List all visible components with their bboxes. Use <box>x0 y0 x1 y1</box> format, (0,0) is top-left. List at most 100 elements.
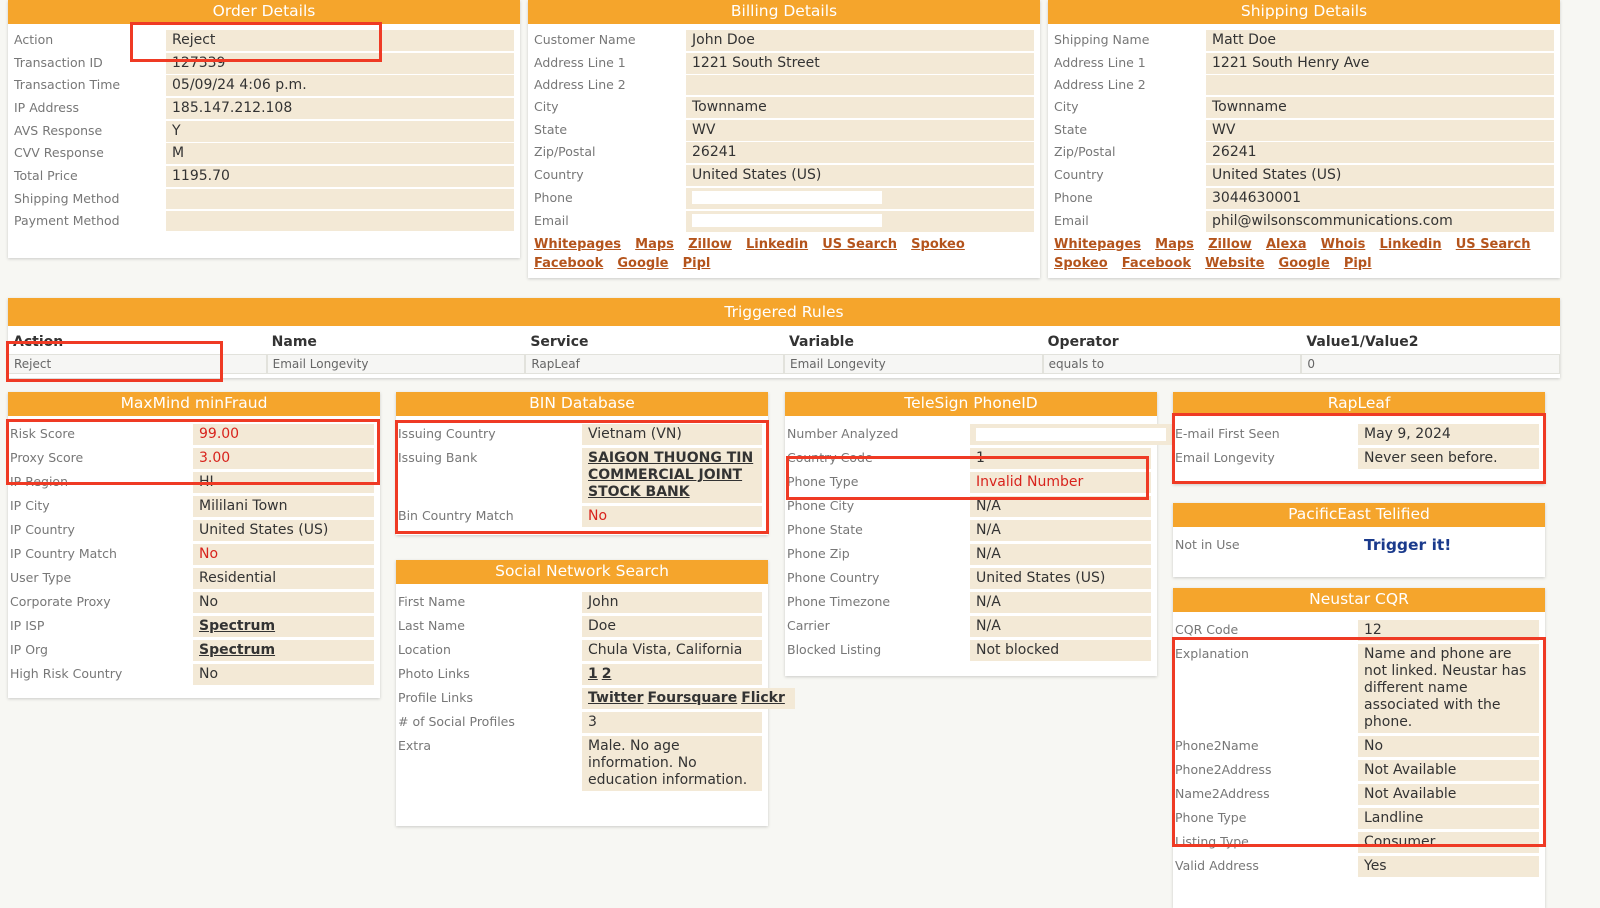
field-label: Shipping Method <box>14 190 120 206</box>
value-link[interactable]: Foursquare <box>648 690 738 706</box>
telesign-row-phone-city: Phone City N/A <box>787 496 1151 517</box>
value-link[interactable]: Flickr <box>741 690 785 706</box>
telesign-row-carrier: Carrier N/A <box>787 616 1151 637</box>
telesign-row-blocked-listing: Blocked Listing Not blocked <box>787 640 1151 661</box>
link-pipl[interactable]: Pipl <box>1344 256 1372 271</box>
field-value: 1 <box>970 448 1151 469</box>
billing-lookup-links: Whitepages Maps Zillow Linkedin US Searc… <box>528 233 1040 273</box>
link-alexa[interactable]: Alexa <box>1266 237 1307 252</box>
field-value: phil@wilsonscommunications.com <box>1206 210 1554 232</box>
link-google[interactable]: Google <box>1279 256 1330 271</box>
field-value: Chula Vista, California <box>582 640 762 661</box>
value-link[interactable]: 1 <box>588 666 598 682</box>
neustar-panel: Neustar CQR CQR Code 12 Explanation Name and… <box>1173 588 1545 908</box>
shipping-row-address-line-2: Address Line 2 <box>1054 75 1554 96</box>
value-link[interactable]: 2 <box>602 666 612 682</box>
field-value: N/A <box>970 592 1151 613</box>
telesign-title: TeleSign PhoneID <box>785 392 1157 416</box>
field-value: 1221 South Street <box>686 52 1034 74</box>
billing-row-country: Country United States (US) <box>534 165 1034 187</box>
triggered-rules-title: Triggered Rules <box>8 298 1560 326</box>
field-label: Phone Timezone <box>787 594 891 609</box>
rules-column-header: Variable <box>788 334 854 350</box>
link-pipl[interactable]: Pipl <box>683 256 711 271</box>
field-value: United States (US) <box>686 165 1034 187</box>
field-label: Proxy Score <box>10 450 84 465</box>
rules-column-header: Service <box>530 334 589 350</box>
value-link[interactable]: SAIGON THUONG TIN COMMERCIAL JOINT STOCK… <box>588 450 753 500</box>
field-value: John <box>582 592 762 613</box>
order-row-action: Action Reject <box>14 30 514 51</box>
field-value <box>166 210 514 231</box>
field-label: # of Social Profiles <box>398 714 515 729</box>
value-link[interactable]: Spectrum <box>199 642 275 658</box>
link-google[interactable]: Google <box>617 256 668 271</box>
field-label: Email Longevity <box>1175 450 1275 465</box>
link-whitepages[interactable]: Whitepages <box>534 237 621 252</box>
shipping-title: Shipping Details <box>1048 0 1560 24</box>
field-label: Address Line 2 <box>1054 77 1146 93</box>
link-linkedin[interactable]: Linkedin <box>1379 237 1441 252</box>
field-value: Male. No age information. No education i… <box>582 736 762 791</box>
link-spokeo[interactable]: Spokeo <box>1054 256 1108 271</box>
field-value <box>686 187 1034 209</box>
value-link[interactable]: Twitter <box>588 690 644 706</box>
maxmind-row-risk-score: Risk Score 99.00 <box>10 424 374 445</box>
link-whois[interactable]: Whois <box>1321 237 1366 252</box>
pacificeast-panel: PacificEast Telified Not in Use Trigger it… <box>1173 503 1545 577</box>
trigger-it-button[interactable]: Trigger it! <box>1358 535 1539 556</box>
link-maps[interactable]: Maps <box>635 237 674 252</box>
telesign-row-phone-zip: Phone Zip N/A <box>787 544 1151 565</box>
social-rows: First Name John Last Name Doe Location Chula … <box>396 584 795 791</box>
pacific-title: PacificEast Telified <box>1173 503 1545 527</box>
social-row-of-social-profiles: # of Social Profiles 3 <box>398 712 762 733</box>
shipping-row-zip-postal: Zip/Postal 26241 <box>1054 142 1554 164</box>
neustar-row-listing-type: Listing Type Consumer <box>1175 832 1539 853</box>
field-value: No <box>1358 736 1539 757</box>
field-label: IP Address <box>14 100 79 116</box>
social-row-profile-links: Profile Links Twitter Foursquare Flickr <box>398 688 795 709</box>
link-whitepages[interactable]: Whitepages <box>1054 237 1141 252</box>
field-label: Country <box>534 167 584 183</box>
field-value: 3.00 <box>193 448 374 469</box>
order-row-transaction-time: Transaction Time 05/09/24 4:06 p.m. <box>14 75 514 97</box>
field-value: No <box>193 664 374 685</box>
link-linkedin[interactable]: Linkedin <box>746 237 808 252</box>
link-facebook[interactable]: Facebook <box>1122 256 1191 271</box>
link-website[interactable]: Website <box>1205 256 1264 271</box>
link-us-search[interactable]: US Search <box>822 237 897 252</box>
value-link[interactable]: Spectrum <box>199 618 275 634</box>
link-us-search[interactable]: US Search <box>1456 237 1531 252</box>
field-value: HI <box>193 472 374 493</box>
link-zillow[interactable]: Zillow <box>1208 237 1252 252</box>
field-value: 127339 <box>166 52 514 74</box>
rules-column-header: Operator <box>1047 334 1119 350</box>
telesign-panel: TeleSign PhoneID Number Analyzed Country C… <box>785 392 1172 676</box>
field-label: Address Line 2 <box>534 77 626 93</box>
link-facebook[interactable]: Facebook <box>534 256 603 271</box>
field-value: United States (US) <box>1206 165 1554 187</box>
field-label: Phone Country <box>787 570 880 585</box>
link-zillow[interactable]: Zillow <box>688 237 732 252</box>
link-maps[interactable]: Maps <box>1155 237 1194 252</box>
billing-row-address-line-2: Address Line 2 <box>534 75 1034 96</box>
maxmind-row-ip-country-match: IP Country Match No <box>10 544 374 565</box>
field-label: Address Line 1 <box>534 54 626 70</box>
link-spokeo[interactable]: Spokeo <box>911 237 965 252</box>
field-value: Y <box>166 120 514 142</box>
telesign-row-phone-type: Phone Type Invalid Number <box>787 472 1151 493</box>
field-label: Phone City <box>787 498 855 513</box>
telesign-rows: Number Analyzed Country Code 1 Phone Type In… <box>785 416 1172 661</box>
field-value: Invalid Number <box>970 472 1151 493</box>
shipping-row-address-line-1: Address Line 1 1221 South Henry Ave <box>1054 52 1554 74</box>
billing-details-panel: Billing Details Customer Name John Doe Addr… <box>528 0 1040 278</box>
billing-row-address-line-1: Address Line 1 1221 South Street <box>534 52 1034 74</box>
rules-column-header: Value1/Value2 <box>1306 334 1419 350</box>
field-value <box>686 210 1034 232</box>
rapleaf-row-e-mail-first-seen: E-mail First Seen May 9, 2024 <box>1175 424 1539 445</box>
maxmind-row-ip-org: IP Org Spectrum <box>10 640 374 661</box>
field-value <box>1206 75 1554 96</box>
rules-cell: RapLeaf <box>525 354 784 374</box>
field-value: Reject <box>166 30 514 51</box>
field-value: United States (US) <box>193 520 374 541</box>
